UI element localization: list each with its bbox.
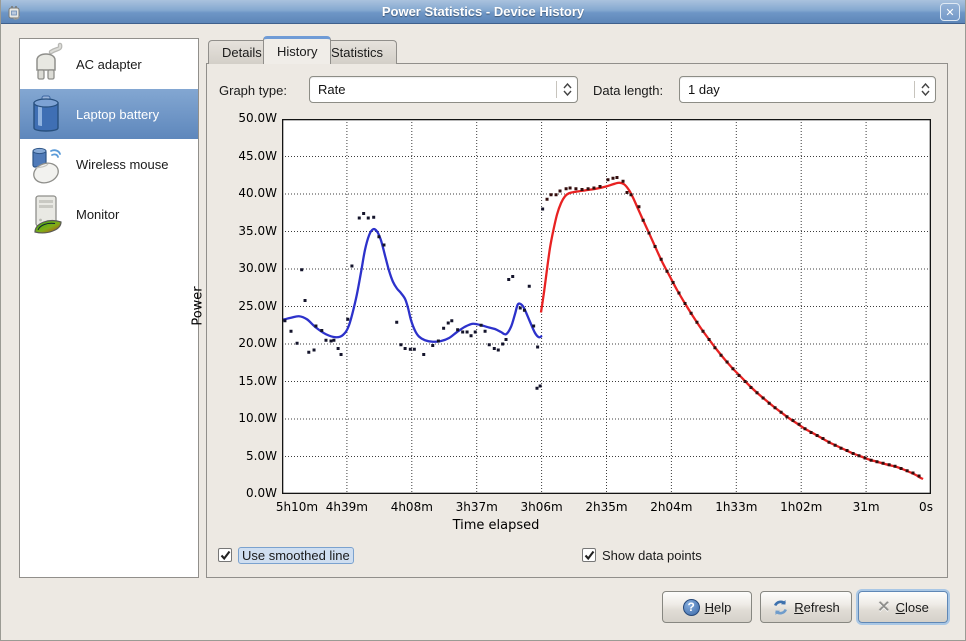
y-tick-label: 10.0W [206,411,277,425]
device-item-wireless-mouse[interactable]: Wireless mouse [20,139,198,189]
x-tick-label: 4h39m [326,500,368,514]
x-tick-label: 3h37m [456,500,498,514]
app-icon [6,3,24,21]
close-label: Close [896,600,929,615]
x-tick-label: 5h10m [276,500,318,514]
tab-history[interactable]: History [263,36,331,64]
x-tick-label: 4h08m [391,500,433,514]
device-label: Laptop battery [76,107,159,122]
refresh-button[interactable]: Refresh [760,591,852,623]
help-icon: ? [683,599,700,616]
use-smoothed-line-row: Use smoothed line [218,545,354,565]
y-axis-title: Power [191,286,206,325]
refresh-label: Refresh [794,600,840,615]
power-statistics-window: Power Statistics - Device History ✕ AC a… [0,0,966,641]
x-tick-label: 2h04m [650,500,692,514]
show-data-points-label[interactable]: Show data points [602,548,702,563]
titlebar: Power Statistics - Device History ✕ [1,0,965,24]
refresh-icon [772,599,789,616]
checkmark-icon [584,550,595,561]
combo-arrows-icon [915,83,935,96]
monitor-icon [26,192,68,236]
laptop-battery-icon [26,92,68,136]
window-close-button[interactable]: ✕ [940,3,960,21]
graph-type-combobox[interactable]: Rate [309,76,578,103]
y-tick-label: 35.0W [206,224,277,238]
y-tick-label: 50.0W [206,111,277,125]
device-label: AC adapter [76,57,142,72]
close-icon: ✕ [877,597,890,617]
y-tick-label: 5.0W [206,449,277,463]
data-length-label: Data length: [593,83,663,98]
window-title: Power Statistics - Device History [1,4,965,19]
x-tick-label: 31m [853,500,880,514]
help-label: Help [705,600,732,615]
y-tick-label: 30.0W [206,261,277,275]
show-data-points-checkbox[interactable] [582,548,596,562]
x-axis-title: Time elapsed [396,518,596,533]
y-tick-label: 20.0W [206,336,277,350]
y-tick-label: 0.0W [206,486,277,500]
device-item-ac-adapter[interactable]: AC adapter [20,39,198,89]
show-data-points-row: Show data points [582,545,702,565]
help-button[interactable]: ? Help [662,591,752,623]
use-smoothed-line-checkbox[interactable] [218,548,232,562]
x-tick-label: 3h06m [520,500,562,514]
y-tick-label: 45.0W [206,149,277,163]
wireless-mouse-icon [26,142,68,186]
combo-arrows-icon [557,83,577,96]
x-tick-label: 1h33m [715,500,757,514]
device-item-monitor[interactable]: Monitor [20,189,198,239]
device-label: Wireless mouse [76,157,168,172]
device-list: AC adapter Laptop battery [19,38,199,578]
tab-label: Statistics [331,45,383,60]
close-icon: ✕ [945,6,954,19]
ac-adapter-icon [26,42,68,86]
y-tick-label: 40.0W [206,186,277,200]
data-length-value: 1 day [688,82,720,97]
checkmark-icon [220,550,231,561]
x-tick-label: 1h02m [780,500,822,514]
graph-type-label: Graph type: [219,83,287,98]
y-tick-label: 25.0W [206,299,277,313]
graph-type-value: Rate [318,82,345,97]
x-tick-label: 2h35m [585,500,627,514]
device-item-laptop-battery[interactable]: Laptop battery [20,89,198,139]
device-label: Monitor [76,207,119,222]
y-tick-label: 15.0W [206,374,277,388]
data-length-combobox[interactable]: 1 day [679,76,936,103]
power-history-plot [282,119,931,494]
close-button[interactable]: ✕ Close [858,591,948,623]
x-tick-label: 0s [919,500,933,514]
tab-label: History [277,44,317,59]
tab-label: Details [222,45,262,60]
use-smoothed-line-label[interactable]: Use smoothed line [238,547,354,564]
